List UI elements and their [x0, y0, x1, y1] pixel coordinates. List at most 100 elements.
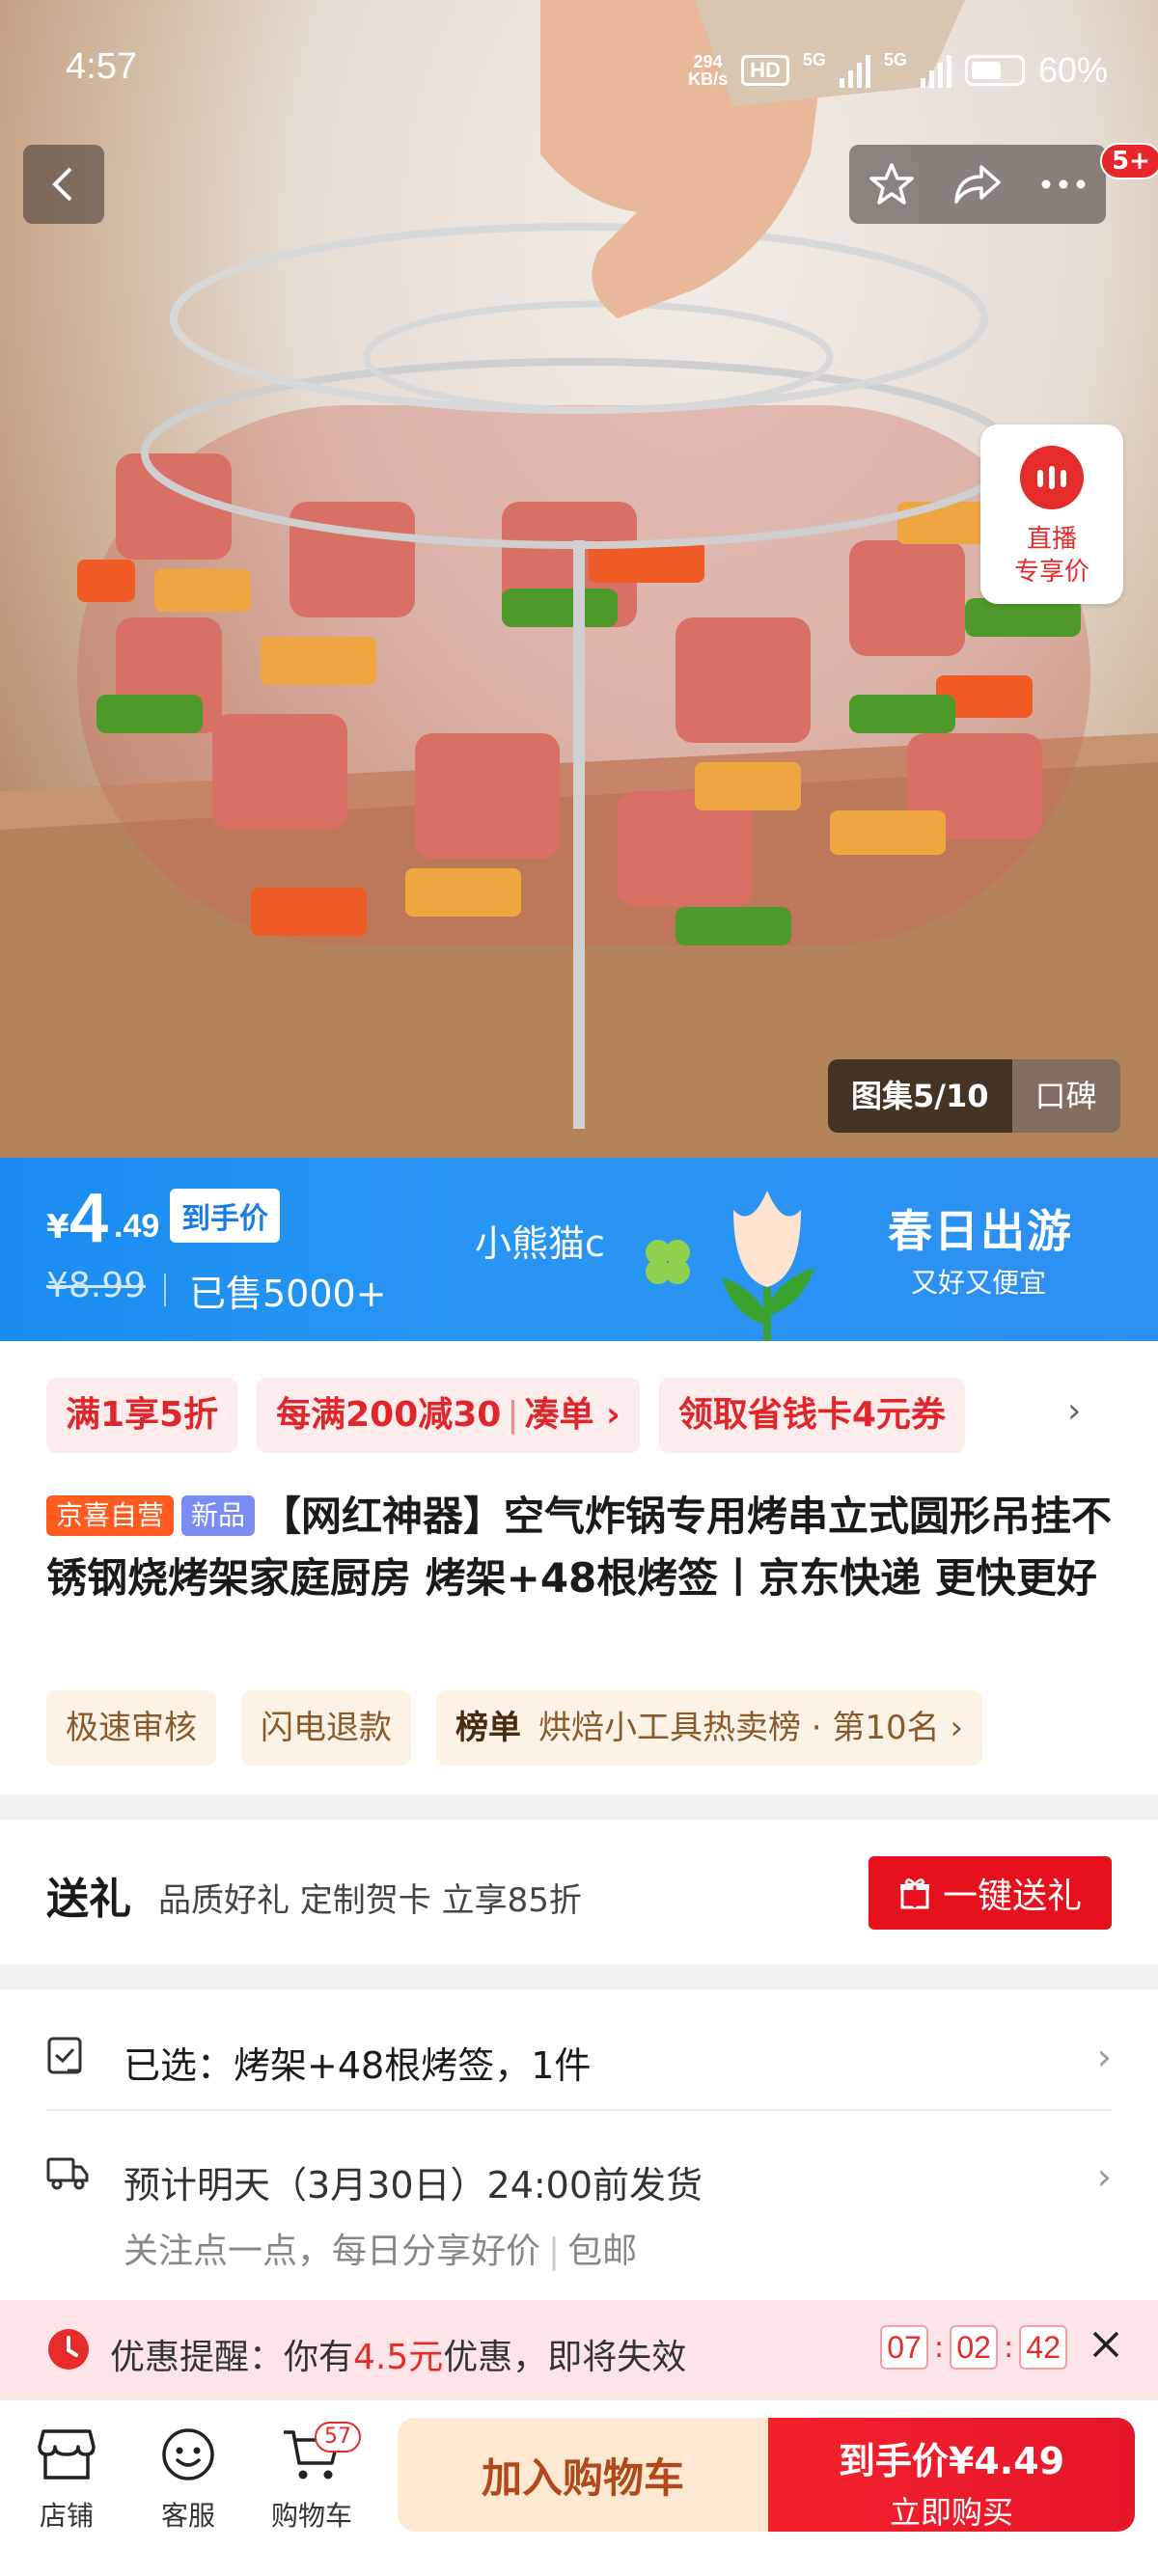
- countdown-timer: 07 : 02 : 42: [880, 2325, 1068, 2370]
- coupon-discount[interactable]: 满1享5折: [46, 1378, 238, 1453]
- price-integer: 4: [69, 1180, 109, 1257]
- nav-service-label: 客服: [160, 2500, 215, 2532]
- customer-service-icon: [162, 2428, 214, 2480]
- reviews-tab[interactable]: 口碑: [1011, 1059, 1120, 1133]
- chevron-right-icon: ›: [1096, 2155, 1112, 2198]
- product-image[interactable]: 4:57 294 KB/s HD 5G 5G 60% 5+ 直播 专享价 图集5…: [0, 0, 1158, 1158]
- send-gift-label: 一键送礼: [942, 1877, 1082, 1916]
- countdown-minutes: 02: [950, 2325, 999, 2370]
- clover-icon: [646, 1240, 690, 1284]
- divider: [46, 2109, 1112, 2111]
- gift-row: 送礼 品质好礼 定制贺卡 立享85折 一键送礼: [0, 1820, 1158, 1964]
- price-currency: ¥: [46, 1208, 69, 1247]
- reminder-amount: 4.5元: [353, 2338, 444, 2377]
- price-banner: ¥ 4 .49 到手价 ¥8.99 已售5000+ 小熊猫c 春日出游 又好又便…: [0, 1158, 1158, 1341]
- battery-percent: 60%: [1037, 50, 1108, 90]
- clock-icon: [48, 2329, 89, 2370]
- coupon-separator: |: [507, 1395, 519, 1435]
- top-actions: [849, 145, 1106, 224]
- gift-description: 品质好礼 定制贺卡 立享85折: [158, 1881, 582, 1920]
- shipping-sub: 关注点一点，每日分享好价 | 包邮: [124, 2223, 637, 2273]
- more-icon[interactable]: [1040, 178, 1087, 190]
- chip-instant-refund[interactable]: 闪电退款: [241, 1690, 411, 1766]
- spec-box-icon: [47, 2037, 82, 2074]
- promo-subtitle: 又好又便宜: [911, 1267, 1047, 1299]
- service-chips: 极速审核 闪电退款 榜单 烘焙小工具热卖榜 · 第10名 ›: [46, 1690, 983, 1766]
- chevron-left-icon: [52, 167, 72, 202]
- add-to-cart-label: 加入购物车: [481, 2453, 684, 2502]
- final-price-tag: 到手价: [170, 1189, 280, 1243]
- shop-icon: [38, 2429, 96, 2480]
- promo-user-name: 小熊猫c: [475, 1222, 605, 1265]
- notification-badge: 5+: [1100, 143, 1158, 179]
- sim2-label: 5G: [883, 50, 907, 69]
- buy-now-label: 立即购买: [889, 2494, 1013, 2531]
- sim1-label: 5G: [802, 50, 826, 69]
- star-icon[interactable]: [868, 161, 915, 207]
- nav-shop-label: 店铺: [39, 2500, 94, 2532]
- ranking-label: 榜单: [455, 1709, 521, 1747]
- share-icon[interactable]: [952, 161, 1003, 207]
- truck-icon: [46, 2157, 89, 2190]
- net-speed: 294 KB/s: [688, 53, 728, 88]
- signal-icon: [839, 53, 870, 88]
- nav-cart-label: 购物车: [270, 2500, 352, 2532]
- battery-icon: [964, 55, 1025, 86]
- nav-service[interactable]: 客服: [135, 2424, 241, 2534]
- product-page: 4:57 294 KB/s HD 5G 5G 60% 5+ 直播 专享价 图集5…: [0, 0, 1158, 2576]
- coupon-row: 满1享5折 每满200减30 | 凑单 › 领取省钱卡4元券: [46, 1378, 965, 1453]
- close-icon[interactable]: [1087, 2325, 1125, 2364]
- net-speed-value: 294: [693, 52, 723, 71]
- status-time: 4:57: [66, 46, 137, 87]
- selection-card: 已选：烤架+48根烤签，1件 › 预计明天（3月30日）24:00前发货 › 关…: [0, 1989, 1158, 2337]
- chip-fast-review[interactable]: 极速审核: [46, 1690, 216, 1766]
- coupon-add-on-link: 凑单 ›: [524, 1395, 620, 1435]
- selected-spec-row[interactable]: 已选：烤架+48根烤签，1件 ›: [46, 2024, 1112, 2101]
- countdown-seconds: 42: [1019, 2325, 1068, 2370]
- status-bar: 4:57 294 KB/s HD 5G 5G 60%: [0, 46, 1158, 95]
- sold-count: 已售5000+: [189, 1273, 387, 1315]
- coupon-savings-card-label: 领取省钱卡4元券: [677, 1395, 946, 1435]
- tulip-icon: [722, 1191, 814, 1341]
- selected-spec-text: 已选：烤架+48根烤签，1件: [124, 2044, 592, 2087]
- shipping-separator: |: [548, 2232, 561, 2271]
- reminder-suffix: 优惠，即将失效: [443, 2338, 687, 2377]
- live-sub-label: 专享价: [1013, 558, 1089, 587]
- coupon-reminder-bar[interactable]: 优惠提醒：你有4.5元优惠，即将失效 07 : 02 : 42: [0, 2300, 1158, 2400]
- send-gift-button[interactable]: 一键送礼: [868, 1856, 1112, 1930]
- hd-icon: HD: [741, 55, 789, 86]
- coupon-full-reduction[interactable]: 每满200减30 | 凑单 ›: [257, 1378, 640, 1453]
- reminder-text: 优惠提醒：你有4.5元优惠，即将失效: [110, 2329, 686, 2379]
- gallery-counter[interactable]: 图集5/10: [828, 1059, 1012, 1133]
- shipping-estimate: 预计明天（3月30日）24:00前发货: [124, 2164, 703, 2206]
- promo-title: 春日出游: [888, 1205, 1073, 1257]
- reminder-prefix: 优惠提醒：你有: [110, 2338, 354, 2377]
- new-product-tag: 新品: [181, 1495, 256, 1536]
- original-price: ¥8.99: [46, 1266, 147, 1305]
- live-label: 直播: [1026, 525, 1077, 554]
- back-button[interactable]: [23, 145, 104, 224]
- add-to-cart-button[interactable]: 加入购物车: [398, 2418, 768, 2532]
- nav-shop[interactable]: 店铺: [14, 2424, 120, 2534]
- nav-cart[interactable]: 57 购物车: [259, 2422, 365, 2534]
- buy-now-button[interactable]: 到手价¥4.49 立即购买: [768, 2418, 1135, 2532]
- shipping-row[interactable]: 预计明天（3月30日）24:00前发货 › 关注点一点，每日分享好价 | 包邮: [46, 2144, 1112, 2298]
- buy-price-label: 到手价¥4.49: [838, 2440, 1065, 2482]
- ranking-text: 烘焙小工具热卖榜 · 第10名 ›: [538, 1709, 964, 1747]
- status-right: 294 KB/s HD 5G 5G 60%: [688, 50, 1108, 91]
- cart-count-badge: 57: [315, 2422, 361, 2453]
- chip-ranking[interactable]: 榜单 烘焙小工具热卖榜 · 第10名 ›: [436, 1690, 983, 1766]
- countdown-colon: :: [1004, 2330, 1014, 2365]
- price-decimal: .49: [114, 1208, 160, 1245]
- shipping-follow-text: 关注点一点，每日分享好价: [124, 2232, 541, 2271]
- coupon-savings-card[interactable]: 领取省钱卡4元券: [658, 1378, 965, 1453]
- product-title: 京喜自营 新品 【网红神器】空气炸锅专用烤串立式圆形吊挂不锈钢烧烤架家庭厨房 烤架+…: [46, 1486, 1117, 1609]
- product-info-card: 满1享5折 每满200减30 | 凑单 › 领取省钱卡4元券 › 京喜自营 新品 【网红…: [0, 1341, 1158, 1795]
- coupon-full-reduction-label: 每满200减30: [276, 1395, 502, 1435]
- live-entry[interactable]: 直播 专享价: [980, 425, 1123, 604]
- coupon-more-chevron-icon[interactable]: ›: [1067, 1391, 1081, 1431]
- chevron-right-icon: ›: [1096, 2036, 1112, 2078]
- countdown-colon: :: [934, 2330, 945, 2365]
- net-speed-unit: KB/s: [688, 69, 729, 89]
- live-icon: [1020, 446, 1084, 509]
